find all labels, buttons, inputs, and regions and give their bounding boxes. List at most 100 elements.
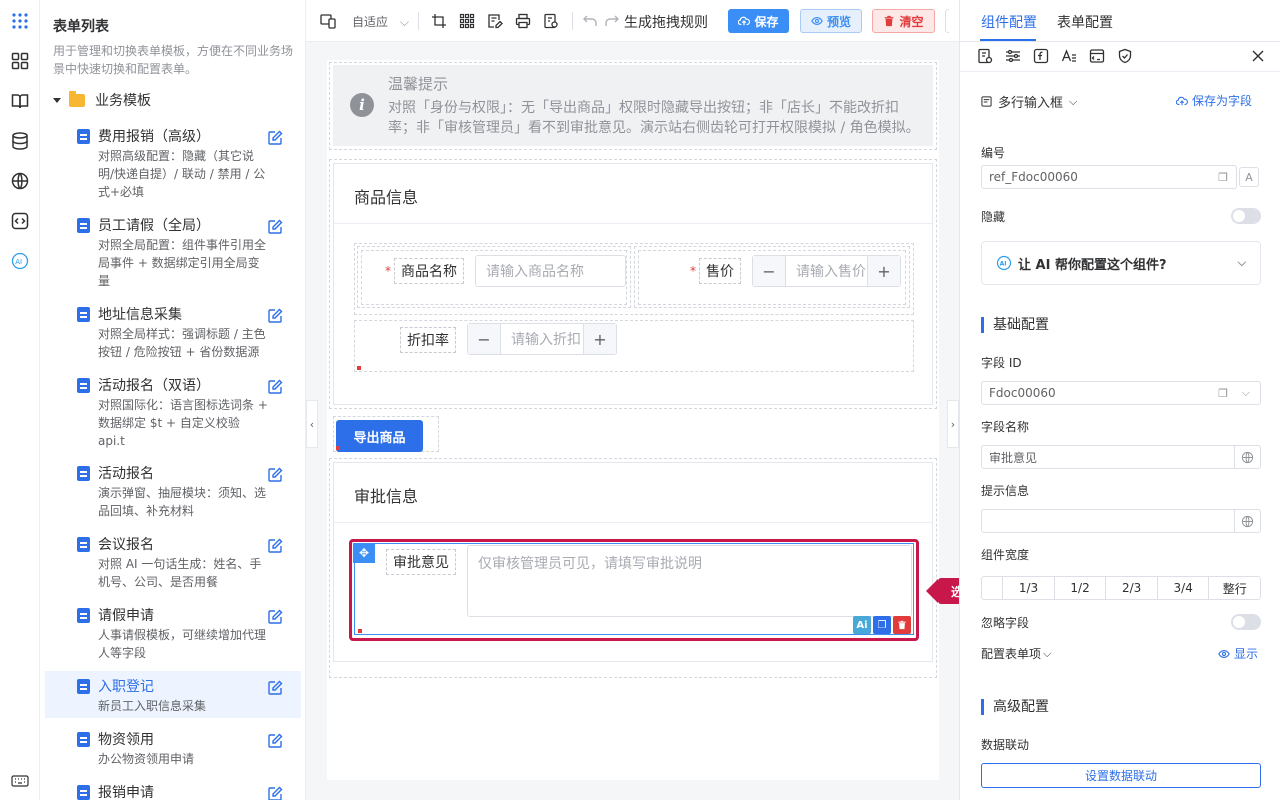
width-option[interactable]: 3/4	[1156, 577, 1209, 599]
template-item[interactable]: 费用报销（高级） 对照高级配置：隐藏（其它说明/快递自提）/ 联动 / 禁用 /…	[45, 127, 301, 201]
preview-button[interactable]: 预览	[800, 9, 862, 33]
adaptive-select[interactable]: 自适应 ⌵	[352, 13, 409, 30]
template-item[interactable]: 活动报名（双语） 对照国际化：语言图标选词条 + 数据绑定 $t + 自定义校验…	[45, 376, 301, 450]
language-icon[interactable]: A	[1239, 167, 1259, 187]
edit-icon[interactable]	[267, 379, 283, 395]
sliders-icon[interactable]	[1005, 48, 1021, 64]
save-button[interactable]: 保存	[728, 9, 789, 33]
discount-stepper[interactable]: − 请输入折扣 +	[467, 323, 617, 355]
undo-icon[interactable]	[582, 13, 598, 29]
component-type-select[interactable]: 多行输入框 ⌵	[981, 92, 1077, 111]
width-label: 组件宽度	[981, 548, 1030, 562]
print-icon[interactable]	[515, 13, 531, 29]
text-style-icon[interactable]	[1061, 48, 1077, 64]
copy-icon[interactable]: ❐	[1218, 171, 1228, 184]
delete-icon[interactable]	[893, 616, 911, 634]
show-toggle-link[interactable]: 显示	[1218, 645, 1258, 662]
approval-comment-textarea[interactable]: 仅审核管理员可见，请填写审批说明	[467, 545, 912, 617]
set-linkage-button[interactable]: 设置数据联动	[981, 763, 1261, 788]
components-icon[interactable]	[10, 51, 30, 71]
width-option[interactable]: 整行	[1208, 577, 1260, 599]
export-goods-button[interactable]: 导出商品	[336, 420, 423, 452]
edit-icon[interactable]	[267, 680, 283, 696]
field-id-input[interactable]: Fdoc00060 ❐ ⌵	[981, 381, 1261, 405]
form-edit-icon[interactable]	[487, 13, 503, 29]
tab-form-config[interactable]: 表单配置	[1057, 12, 1113, 32]
ignore-field-toggle[interactable]	[1231, 614, 1261, 630]
template-item[interactable]: 地址信息采集 对照全局样式：强调标题 / 主色按钮 / 危险按钮 + 省份数据源	[45, 305, 301, 361]
edit-icon[interactable]	[267, 130, 283, 146]
minus-icon[interactable]: −	[753, 256, 786, 286]
device-icon[interactable]	[320, 13, 336, 29]
plus-icon[interactable]: +	[867, 256, 900, 286]
template-item[interactable]: 活动报名 演示弹窗、抽屉模块：须知、选品回填、补充材料	[45, 464, 301, 520]
generate-rules-button[interactable]: 生成拖拽规则	[624, 12, 708, 32]
goods-name-input[interactable]: 请输入商品名称	[475, 255, 626, 287]
copy-icon[interactable]: ❐	[1218, 387, 1228, 400]
discount-placeholder: 请输入折扣	[511, 332, 581, 348]
clear-button[interactable]: 清空	[872, 9, 935, 33]
function-icon[interactable]	[1033, 48, 1049, 64]
crop-icon[interactable]	[431, 13, 447, 29]
template-item[interactable]: 物资领用 办公物资领用申请	[45, 730, 301, 768]
ai-action-icon[interactable]: Ai	[853, 616, 871, 634]
svg-text:AI: AI	[1000, 261, 1007, 268]
plus-icon[interactable]: +	[583, 324, 616, 354]
folder-business-templates[interactable]: 业务模板	[53, 90, 151, 110]
edit-icon[interactable]	[267, 733, 283, 749]
move-icon[interactable]: ✥	[353, 543, 375, 563]
shield-icon[interactable]	[1117, 48, 1133, 64]
field-name-input[interactable]: 审批意见	[981, 445, 1261, 469]
collapse-left-handle[interactable]: ‹	[306, 400, 318, 448]
chevron-down-icon[interactable]: ⌵	[1242, 386, 1250, 400]
database-icon[interactable]	[10, 131, 30, 151]
toolbar-divider	[418, 12, 419, 30]
collapse-right-handle[interactable]: ›	[947, 400, 959, 448]
drag-marker	[358, 629, 362, 633]
edit-icon[interactable]	[267, 538, 283, 554]
template-item[interactable]: 会议报名 对照 AI 一句话生成：姓名、手机号、公司、是否用餐	[45, 535, 301, 591]
ai-config-assistant[interactable]: AI 让 AI 帮你配置这个组件? ⌵	[981, 241, 1261, 285]
close-icon[interactable]	[1250, 48, 1266, 64]
copy-icon[interactable]: ❐	[873, 616, 891, 634]
hidden-toggle[interactable]	[1231, 208, 1261, 224]
form-props-icon[interactable]	[977, 48, 993, 64]
tip-alert: i 温馨提示 对照「身份与权限」：无「导出商品」权限时隐藏导出按钮；非「店长」不…	[333, 65, 933, 146]
edit-icon[interactable]	[267, 786, 283, 800]
code-icon[interactable]	[10, 211, 30, 231]
edit-icon[interactable]	[267, 308, 283, 324]
globe-icon[interactable]	[10, 171, 30, 191]
width-option[interactable]: 1/2	[1053, 577, 1106, 599]
globe-icon[interactable]	[1234, 446, 1260, 468]
hint-input[interactable]	[981, 509, 1261, 533]
config-items-dropdown[interactable]: 配置表单项 ⌵	[981, 645, 1051, 662]
keyboard-icon[interactable]	[10, 771, 30, 791]
template-item-active[interactable]: 入职登记 新员工入职信息采集	[45, 671, 301, 718]
width-option-1-4[interactable]	[982, 577, 1002, 599]
minus-icon[interactable]: −	[468, 324, 501, 354]
grid-icon[interactable]	[459, 13, 475, 29]
redo-icon[interactable]	[604, 13, 620, 29]
width-option[interactable]: 1/3	[1002, 577, 1054, 599]
designer-toolbar: 自适应 ⌵ 生成拖拽规则 保存 预览 清空	[306, 0, 959, 42]
field-name-label: 字段名称	[981, 420, 1030, 434]
rules-icon[interactable]	[543, 13, 559, 29]
ref-id-input[interactable]: ref_Fdoc00060 ❐	[981, 165, 1237, 189]
ai-icon[interactable]: AI	[10, 251, 30, 271]
edit-icon[interactable]	[267, 609, 283, 625]
template-item[interactable]: 报销申请	[45, 783, 301, 800]
edit-icon[interactable]	[267, 219, 283, 235]
tab-component-config[interactable]: 组件配置	[981, 12, 1037, 32]
globe-icon[interactable]	[1234, 510, 1260, 532]
price-stepper[interactable]: − 请输入售价 +	[752, 255, 901, 287]
template-item[interactable]: 请假申请 人事请假模板，可继续增加代理人等字段	[45, 606, 301, 662]
template-desc: 对照全局样式：强调标题 / 主色按钮 / 危险按钮 + 省份数据源	[98, 327, 266, 359]
edit-icon[interactable]	[267, 467, 283, 483]
template-item[interactable]: 员工请假（全局） 对照全局配置：组件事件引用全局事件 + 数据绑定引用全局变量	[45, 216, 301, 290]
save-as-field-link[interactable]: 保存为字段	[1176, 92, 1252, 109]
code-window-icon[interactable]	[1089, 48, 1105, 64]
width-option[interactable]: 2/3	[1105, 577, 1157, 599]
book-icon[interactable]	[10, 91, 30, 111]
apps-grid-icon[interactable]	[10, 11, 30, 31]
cloud-upload-icon	[1176, 96, 1188, 105]
